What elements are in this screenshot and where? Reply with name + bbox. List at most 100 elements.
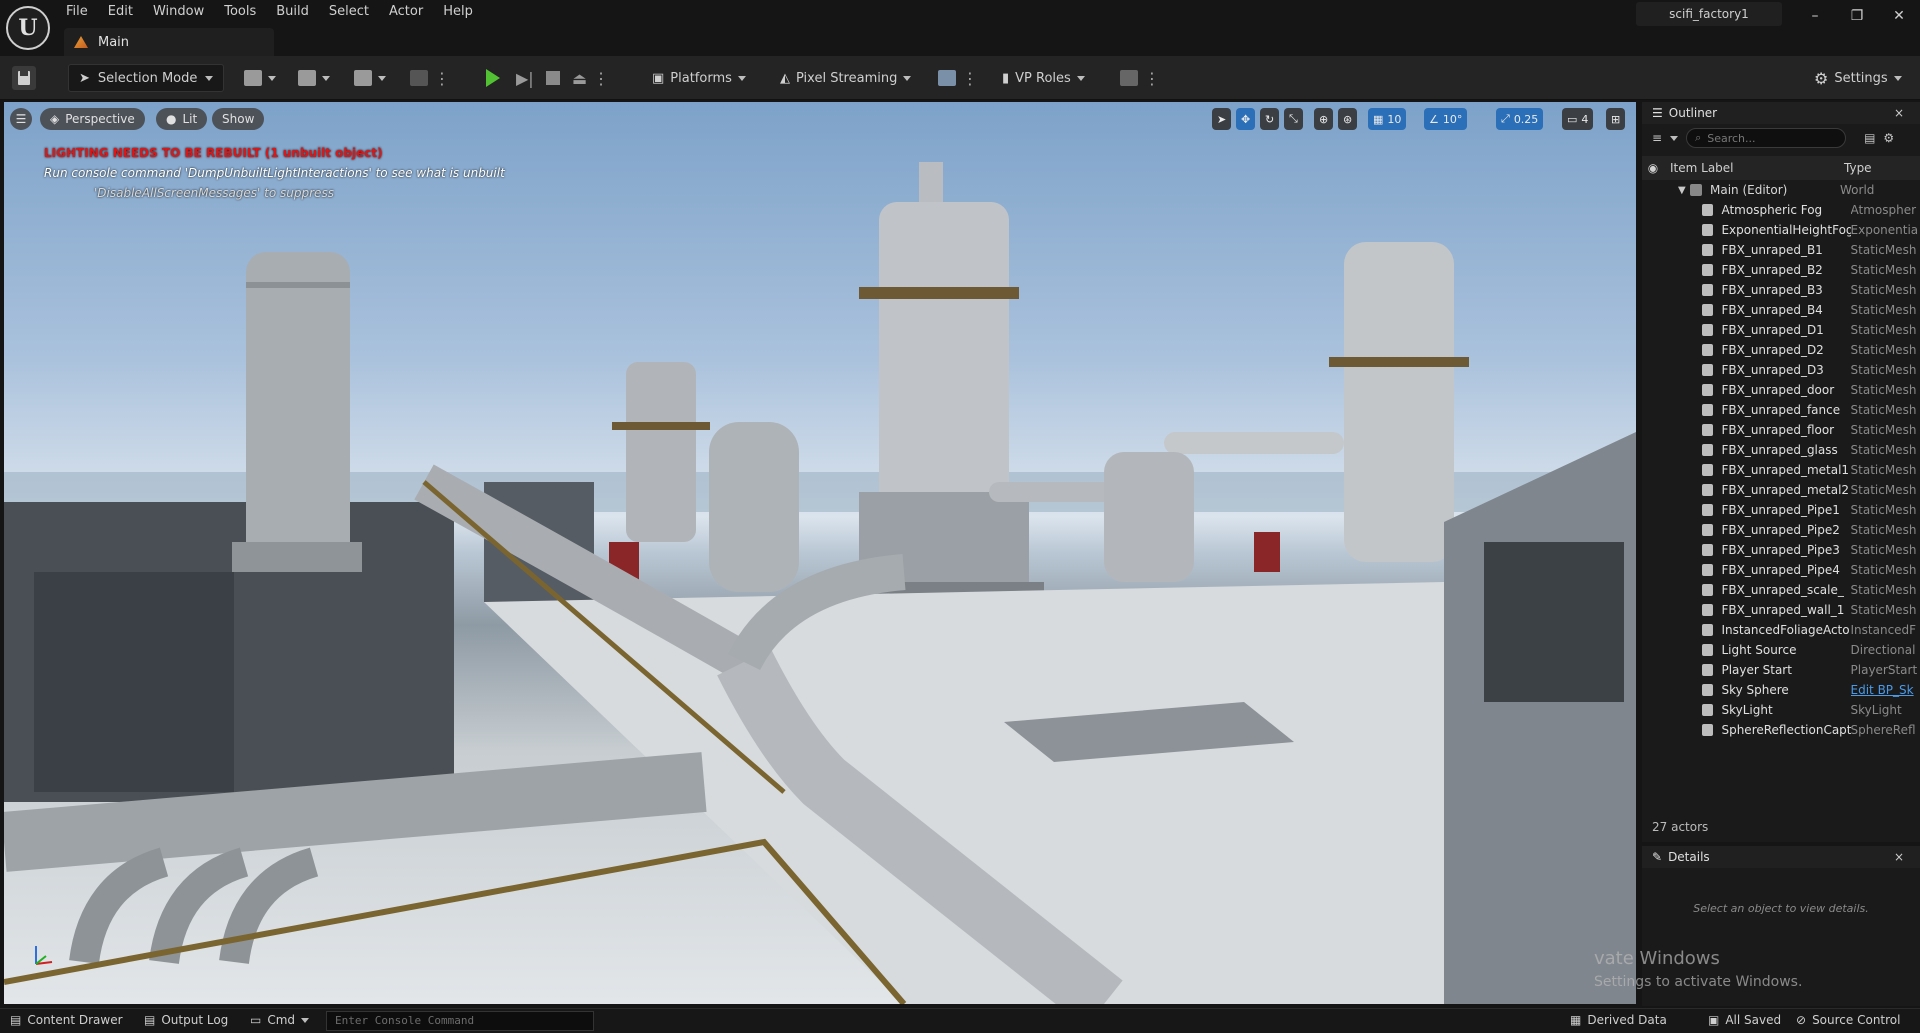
- tree-row[interactable]: FBX_unraped_B4 StaticMesh: [1642, 300, 1920, 320]
- tree-row[interactable]: FBX_unraped_D3 StaticMesh: [1642, 360, 1920, 380]
- menu-tools[interactable]: Tools: [214, 0, 266, 24]
- actor-icon: [1701, 304, 1714, 316]
- lit-button[interactable]: ● Lit: [156, 108, 208, 130]
- close-window-button[interactable]: ✕: [1884, 4, 1914, 28]
- menu-help[interactable]: Help: [433, 0, 483, 24]
- col-type[interactable]: Type: [1838, 161, 1872, 175]
- tree-row[interactable]: Atmospheric Fog Atmospher: [1642, 200, 1920, 220]
- console-input[interactable]: Enter Console Command: [326, 1011, 594, 1031]
- add-folder-icon[interactable]: ▤: [1864, 131, 1875, 145]
- derived-data-button[interactable]: ▦ Derived Data: [1570, 1013, 1667, 1027]
- tree-row[interactable]: FBX_unraped_scale_ StaticMesh: [1642, 580, 1920, 600]
- tab-main[interactable]: Main: [64, 28, 274, 56]
- cmd-dropdown[interactable]: ▭ Cmd: [250, 1013, 310, 1027]
- close-icon[interactable]: ×: [1894, 106, 1904, 120]
- tree-row[interactable]: FBX_unraped_D1 StaticMesh: [1642, 320, 1920, 340]
- tree-row[interactable]: SkyLight SkyLight: [1642, 700, 1920, 720]
- tree-root-row[interactable]: ▼ Main (Editor) World: [1642, 180, 1920, 200]
- tree-item-type[interactable]: Edit BP_Sk: [1851, 683, 1920, 697]
- actor-icon: [1701, 384, 1714, 396]
- world-local-button[interactable]: ⊕: [1314, 108, 1334, 130]
- step-button[interactable]: ▶|: [516, 63, 534, 93]
- more-icon[interactable]: ⋮: [1144, 69, 1160, 88]
- unreal-logo-icon[interactable]: U: [6, 6, 50, 50]
- level-viewport[interactable]: ☰ ◈ Perspective ● Lit Show ➤ ✥ ↻ ⤡ ⊕ ⊛ ▦ 10…: [4, 102, 1636, 1004]
- tree-row[interactable]: FBX_unraped_B1 StaticMesh: [1642, 240, 1920, 260]
- tree-item-type: SphereRefl: [1850, 723, 1916, 737]
- viewport-menu-button[interactable]: ☰: [10, 108, 32, 130]
- tree-row[interactable]: FBX_unraped_metal2 StaticMesh: [1642, 480, 1920, 500]
- tree-row[interactable]: ExponentialHeightFog Exponentia: [1642, 220, 1920, 240]
- add-actor-button[interactable]: [244, 63, 276, 93]
- menu-build[interactable]: Build: [266, 0, 319, 24]
- gear-icon[interactable]: ⚙: [1883, 131, 1894, 145]
- stop-button[interactable]: [546, 63, 560, 93]
- tree-row[interactable]: FBX_unraped_Pipe1 StaticMesh: [1642, 500, 1920, 520]
- scale-tool-button[interactable]: ⤡: [1284, 108, 1303, 130]
- translate-tool-button[interactable]: ✥: [1236, 108, 1256, 130]
- settings-dropdown[interactable]: ⚙ Settings: [1814, 63, 1902, 93]
- more-icon[interactable]: ⋮: [434, 69, 450, 88]
- menu-edit[interactable]: Edit: [98, 0, 143, 24]
- tree-row[interactable]: FBX_unraped_floor StaticMesh: [1642, 420, 1920, 440]
- col-item-label[interactable]: Item Label: [1664, 161, 1838, 175]
- tree-row[interactable]: InstancedFoliageActo InstancedF: [1642, 620, 1920, 640]
- maximize-button[interactable]: ❐: [1842, 4, 1872, 28]
- tree-row[interactable]: FBX_unraped_D2 StaticMesh: [1642, 340, 1920, 360]
- tree-row[interactable]: Sky Sphere Edit BP_Sk: [1642, 680, 1920, 700]
- tree-row[interactable]: FBX_unraped_fance StaticMesh: [1642, 400, 1920, 420]
- tree-row[interactable]: FBX_unraped_metal1 StaticMesh: [1642, 460, 1920, 480]
- scale-snap-button[interactable]: ⤢ 0.25: [1496, 108, 1544, 130]
- grid-snap-button[interactable]: ▦ 10: [1368, 108, 1407, 130]
- selection-mode-dropdown[interactable]: ➤ Selection Mode: [68, 63, 225, 93]
- close-icon[interactable]: ×: [1894, 850, 1904, 864]
- select-tool-button[interactable]: ➤: [1212, 108, 1232, 130]
- details-empty-message: Select an object to view details.: [1693, 902, 1869, 915]
- tree-row[interactable]: FBX_unraped_glass StaticMesh: [1642, 440, 1920, 460]
- menu-select[interactable]: Select: [319, 0, 379, 24]
- tree-row[interactable]: FBX_unraped_Pipe4 StaticMesh: [1642, 560, 1920, 580]
- tree-row[interactable]: FBX_unraped_B2 StaticMesh: [1642, 260, 1920, 280]
- tree-row[interactable]: FBX_unraped_wall_1 StaticMesh: [1642, 600, 1920, 620]
- minimize-button[interactable]: –: [1800, 4, 1830, 28]
- surface-snap-button[interactable]: ⊛: [1338, 108, 1358, 130]
- tree-row[interactable]: FBX_unraped_Pipe2 StaticMesh: [1642, 520, 1920, 540]
- rotate-tool-button[interactable]: ↻: [1260, 108, 1280, 130]
- menu-file[interactable]: File: [56, 0, 98, 24]
- vcam-button[interactable]: ⋮: [1120, 63, 1160, 93]
- modeling-button[interactable]: ⋮: [410, 63, 450, 93]
- save-button[interactable]: [12, 63, 36, 93]
- content-drawer-button[interactable]: ▤ Content Drawer: [10, 1013, 123, 1027]
- pixel-streaming-dropdown[interactable]: ◭ Pixel Streaming: [780, 63, 912, 93]
- play-button[interactable]: [486, 63, 500, 93]
- more-icon[interactable]: ⋮: [593, 69, 609, 88]
- cinematics-button[interactable]: [354, 63, 386, 93]
- eye-icon[interactable]: ◉: [1642, 161, 1664, 175]
- more-icon[interactable]: ⋮: [962, 69, 978, 88]
- expand-arrow-icon[interactable]: ▼: [1678, 185, 1690, 196]
- camera-speed-button[interactable]: ▭ 4: [1562, 108, 1594, 130]
- all-saved-button[interactable]: ▣ All Saved: [1708, 1013, 1781, 1027]
- menu-actor[interactable]: Actor: [379, 0, 433, 24]
- tree-row[interactable]: FBX_unraped_B3 StaticMesh: [1642, 280, 1920, 300]
- vp-roles-dropdown[interactable]: ▮ VP Roles: [1002, 63, 1085, 93]
- output-log-button[interactable]: ▤ Output Log: [144, 1013, 228, 1027]
- platforms-dropdown[interactable]: ▣ Platforms: [652, 63, 746, 93]
- show-button[interactable]: Show: [212, 108, 265, 130]
- outliner-search-input[interactable]: ⌕ Search...: [1686, 128, 1847, 148]
- menu-window[interactable]: Window: [143, 0, 214, 24]
- tree-row[interactable]: FBX_unraped_Pipe3 StaticMesh: [1642, 540, 1920, 560]
- eject-button[interactable]: ⏏ ⋮: [572, 63, 609, 93]
- tree-row[interactable]: Player Start PlayerStart: [1642, 660, 1920, 680]
- tree-row[interactable]: Light Source Directional: [1642, 640, 1920, 660]
- multi-user-button[interactable]: ⋮: [938, 63, 978, 93]
- angle-snap-button[interactable]: ∠ 10°: [1424, 108, 1468, 130]
- chevron-down-icon[interactable]: [1670, 135, 1679, 141]
- tree-row[interactable]: SphereReflectionCapt SphereRefl: [1642, 720, 1920, 740]
- blueprints-button[interactable]: [298, 63, 330, 93]
- filter-icon[interactable]: ≡: [1652, 131, 1662, 145]
- source-control-button[interactable]: ⊘ Source Control: [1796, 1013, 1900, 1027]
- tree-row[interactable]: FBX_unraped_door StaticMesh: [1642, 380, 1920, 400]
- viewport-layout-button[interactable]: ⊞: [1606, 108, 1626, 130]
- perspective-button[interactable]: ◈ Perspective: [40, 108, 145, 130]
